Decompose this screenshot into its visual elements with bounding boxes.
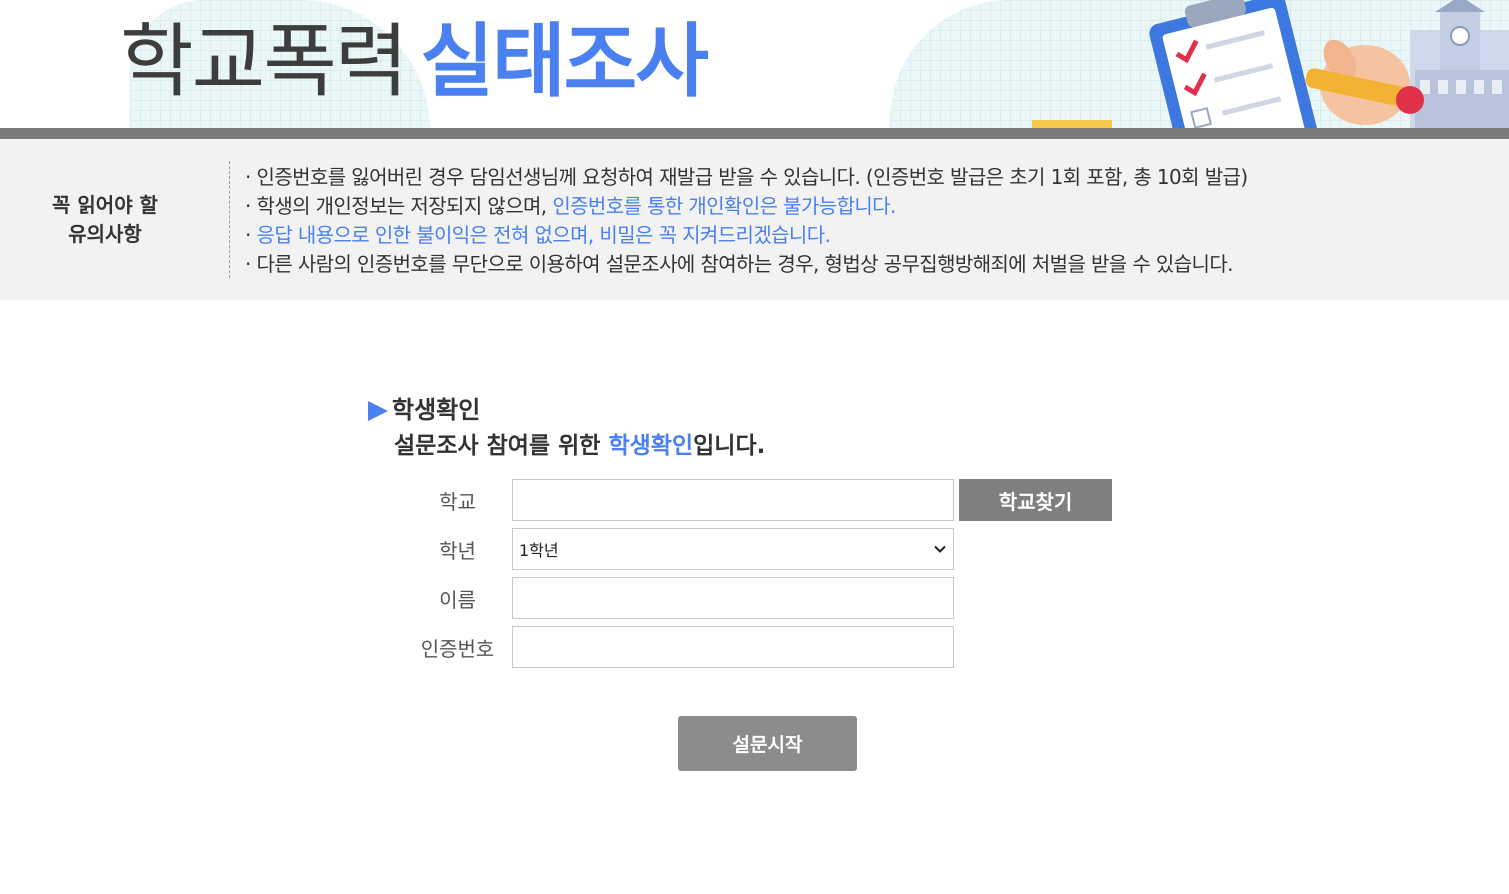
notice-box: 꼭 읽어야 할 유의사항 인증번호를 잃어버린 경우 담임선생님께 요청하여 재… bbox=[0, 139, 1509, 300]
auth-row: 인증번호 bbox=[410, 626, 954, 668]
notice-title-line2: 유의사항 bbox=[68, 222, 142, 246]
triangle-right-icon bbox=[368, 401, 388, 421]
section-title: 학생확인 bbox=[392, 396, 481, 424]
notice-item: 응답 내용으로 인한 불이익은 전혀 없으며, 비밀은 꼭 지켜드리겠습니다. bbox=[245, 221, 1495, 250]
start-survey-button[interactable]: 설문시작 bbox=[678, 716, 857, 771]
name-label: 이름 bbox=[439, 587, 476, 612]
section-header: 학생확인 bbox=[368, 395, 480, 425]
notice-item: 인증번호를 잃어버린 경우 담임선생님께 요청하여 재발급 받을 수 있습니다.… bbox=[245, 163, 1495, 192]
auth-code-label: 인증번호 bbox=[420, 636, 495, 661]
grade-select[interactable]: 1학년 bbox=[512, 528, 954, 570]
subtitle-highlight: 학생확인 bbox=[608, 433, 694, 459]
notice-item-text: 인증번호를 잃어버린 경우 담임선생님께 요청하여 재발급 받을 수 있습니다.… bbox=[256, 165, 1249, 189]
notice-item: 학생의 개인정보는 저장되지 않으며, 인증번호를 통한 개인확인은 불가능합니… bbox=[245, 192, 1495, 221]
school-label: 학교 bbox=[439, 489, 476, 514]
clipboard-icon bbox=[1149, 0, 1318, 130]
grade-label: 학년 bbox=[439, 538, 476, 563]
name-row: 이름 bbox=[410, 577, 954, 619]
notice-title: 꼭 읽어야 할 유의사항 bbox=[30, 191, 180, 249]
page-title-part1: 학교폭력 bbox=[120, 15, 408, 108]
notice-list: 인증번호를 잃어버린 경우 담임선생님께 요청하여 재발급 받을 수 있습니다.… bbox=[245, 163, 1495, 279]
grade-selected-value: 1학년 bbox=[519, 541, 559, 560]
notice-item: 다른 사람의 인증번호를 무단으로 이용하여 설문조사에 참여하는 경우, 형법… bbox=[245, 250, 1495, 279]
subtitle-post: 입니다. bbox=[693, 433, 766, 459]
banner-divider-bar bbox=[0, 128, 1509, 139]
grade-row: 학년 1학년 bbox=[410, 528, 954, 570]
page-title: 학교폭력 실태조사 bbox=[120, 14, 709, 110]
school-row: 학교 학교찾기 bbox=[410, 479, 1112, 521]
notice-item-highlight: 인증번호를 통한 개인확인은 불가능합니다. bbox=[552, 194, 896, 218]
notice-divider bbox=[229, 161, 230, 278]
pencil-hand-icon bbox=[1305, 39, 1424, 125]
auth-code-input[interactable] bbox=[512, 626, 954, 668]
notice-item-highlight: 응답 내용으로 인한 불이익은 전혀 없으며, 비밀은 꼭 지켜드리겠습니다. bbox=[256, 223, 831, 247]
school-input[interactable] bbox=[512, 479, 954, 521]
clipboard-illustration-icon bbox=[1032, 0, 1509, 130]
subtitle-pre: 설문조사 참여를 위한 bbox=[394, 433, 601, 459]
notice-item-text: 다른 사람의 인증번호를 무단으로 이용하여 설문조사에 참여하는 경우, 형법… bbox=[256, 252, 1234, 276]
find-school-button[interactable]: 학교찾기 bbox=[959, 479, 1112, 521]
name-input[interactable] bbox=[512, 577, 954, 619]
notice-title-line1: 꼭 읽어야 할 bbox=[52, 193, 158, 217]
section-subtitle: 설문조사 참여를 위한 학생확인입니다. bbox=[394, 431, 765, 461]
notice-item-text: 학생의 개인정보는 저장되지 않으며, bbox=[256, 194, 548, 218]
header-banner: 학교폭력 실태조사 bbox=[0, 0, 1509, 130]
chevron-down-icon bbox=[934, 545, 946, 553]
page-title-part2: 실태조사 bbox=[420, 15, 708, 108]
school-building-icon bbox=[1410, 0, 1509, 130]
